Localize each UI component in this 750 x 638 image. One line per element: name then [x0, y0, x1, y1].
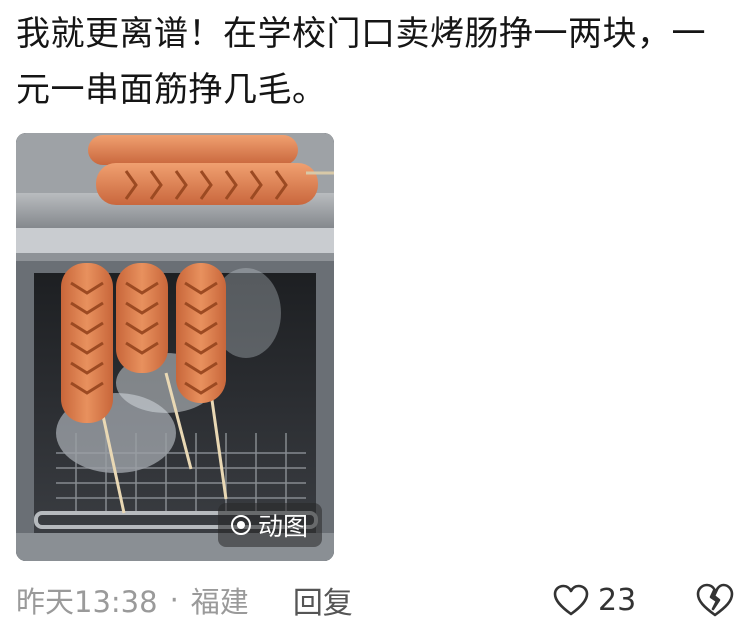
comment-time: 昨天13:38	[16, 585, 158, 619]
comment-location: 福建	[190, 585, 249, 619]
broken-heart-icon	[696, 583, 734, 617]
comment-gif-image[interactable]: 动图	[16, 133, 334, 561]
like-button[interactable]: 23	[552, 578, 636, 622]
dislike-button[interactable]	[693, 578, 737, 622]
like-count: 23	[598, 582, 637, 618]
gif-badge: 动图	[217, 503, 322, 547]
comment-text: 我就更离谱！在学校门口卖烤肠挣一两块，一元一串面筋挣几毛。	[16, 14, 706, 110]
comment-meta: 昨天13:38 · 福建 回复	[16, 578, 353, 622]
sausage-fryer-image	[16, 133, 334, 561]
heart-icon	[553, 584, 589, 616]
gif-badge-label: 动图	[257, 512, 308, 541]
gif-play-icon	[230, 515, 251, 535]
meta-separator: ·	[169, 583, 179, 617]
reply-button[interactable]: 回复	[293, 578, 353, 622]
